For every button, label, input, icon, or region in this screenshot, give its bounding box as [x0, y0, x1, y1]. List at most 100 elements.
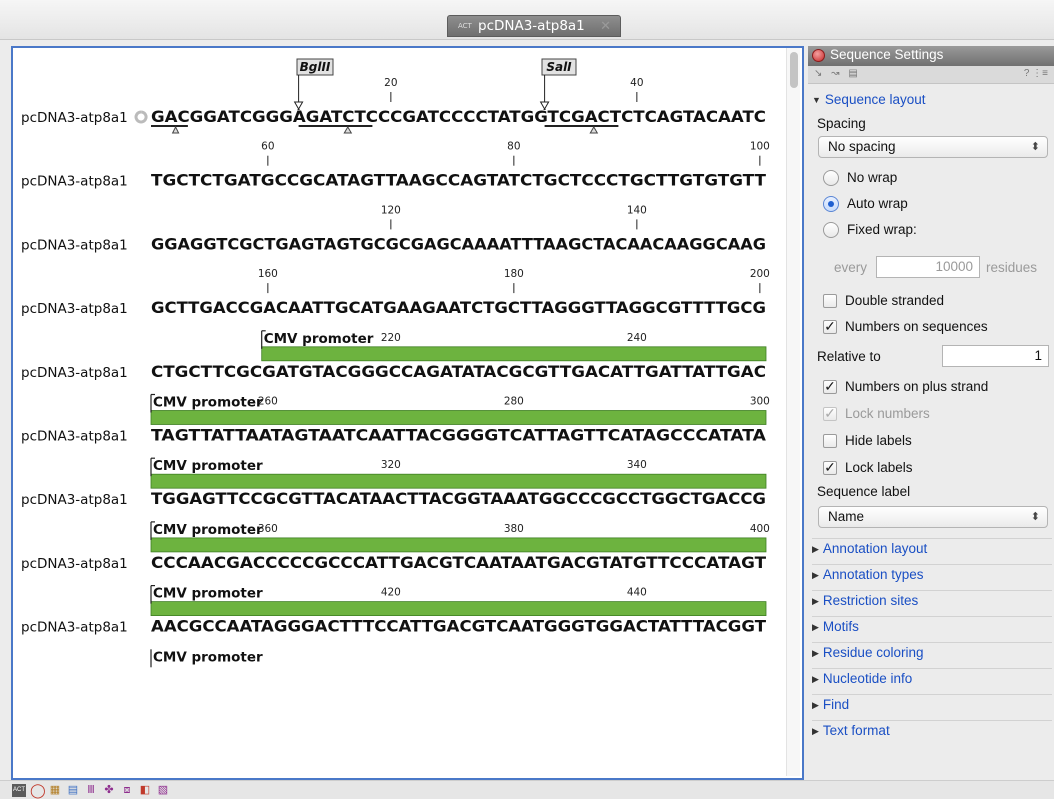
enzyme-name: SalI [546, 60, 572, 74]
section-annotation-layout[interactable]: ▶ Annotation layout [812, 541, 927, 556]
lock-numbers-checkbox[interactable]: ✓ [823, 406, 837, 421]
lock-numbers-label: Lock numbers [845, 406, 930, 421]
section-label: Find [822, 697, 850, 712]
position-number: 120 [381, 204, 401, 216]
select-arrows-icon: ⬍ [1030, 141, 1040, 153]
annotation-label: CMV promoter [264, 331, 374, 347]
tab-bar: ACT pcDNA3-atp8a1 ✕ [0, 0, 1054, 40]
table-view-icon[interactable]: ▦ [48, 784, 62, 797]
info-view-icon[interactable]: ▧ [156, 784, 170, 797]
position-number: 60 [261, 141, 274, 153]
fixed-wrap-radio[interactable] [823, 222, 839, 238]
bottom-view-toolbar: ACT ◯ ▦ ▤ Ⅲ ✤ ⧈ ◧ ▧ [0, 780, 1054, 799]
sequence-label-label: Sequence label [817, 484, 911, 499]
lock-labels-checkbox[interactable]: ✓ [823, 460, 837, 475]
position-number: 40 [630, 77, 643, 89]
sequence-name-label: pcDNA3-atp8a1 [21, 429, 128, 445]
position-number: 140 [627, 204, 647, 216]
position-number: 80 [507, 141, 520, 153]
sequence-residues: AACGCCAATAGGGACTTTCCATTGACGTCAATGGGTGGAC… [151, 617, 766, 636]
circular-view-icon[interactable]: ◯ [30, 783, 46, 797]
double-stranded-checkbox[interactable] [823, 294, 837, 308]
vertical-scrollbar[interactable] [786, 48, 800, 776]
view-options-icon[interactable]: ↘ ↝ ▤ [814, 68, 861, 79]
hide-labels-label: Hide labels [845, 433, 912, 448]
close-panel-icon[interactable] [812, 49, 825, 62]
history-view-icon[interactable]: ◧ [138, 784, 152, 797]
hide-labels-checkbox[interactable] [823, 434, 837, 448]
tab-label: pcDNA3-atp8a1 [478, 18, 585, 34]
sequence-residues: GGAGGTCGCTGAGTAGTGCGCGAGCAAAATTTAAGCTACA… [151, 234, 766, 253]
auto-wrap-radio[interactable] [823, 196, 839, 212]
cmv-promoter-annotation-bar [150, 410, 767, 425]
sequence-name-label: pcDNA3-atp8a1 [21, 174, 128, 190]
section-text-format[interactable]: ▶ Text format [812, 723, 890, 738]
section-divider [812, 694, 1052, 695]
position-number: 20 [384, 77, 397, 89]
section-label: Annotation layout [822, 541, 928, 556]
sequence-residues: TAGTTATTAATAGTAATCAATTACGGGGTCATTAGTTCAT… [151, 426, 767, 445]
section-restriction-sites[interactable]: ▶ Restriction sites [812, 593, 918, 608]
section-find[interactable]: ▶ Find [812, 697, 849, 712]
restriction-view-icon[interactable]: ⧈ [120, 784, 134, 797]
section-label: Residue coloring [822, 645, 924, 660]
expanded-triangle-icon: ▼ [812, 95, 821, 105]
fixed-wrap-label: Fixed wrap: [847, 222, 917, 237]
scrollbar-thumb[interactable] [790, 52, 798, 88]
annotation-table-icon[interactable]: Ⅲ [84, 784, 98, 797]
section-label: Nucleotide info [822, 671, 913, 686]
app-window: ACT pcDNA3-atp8a1 ✕ pcDNA3-atp8a1 GACGGAT… [0, 0, 1054, 799]
every-label: every [834, 260, 868, 275]
numbers-on-sequences-checkbox[interactable]: ✓ [823, 319, 837, 334]
sequence-view[interactable]: pcDNA3-atp8a1 GACGGATCGGGAGATCTCCCGATCCCC… [11, 46, 804, 780]
section-residue-coloring[interactable]: ▶ Residue coloring [812, 645, 923, 660]
position-number: 180 [504, 268, 524, 280]
section-motifs[interactable]: ▶ Motifs [812, 619, 859, 634]
position-number: 160 [258, 268, 278, 280]
side-panel-toolbar: ↘ ↝ ▤ ? ⋮≡ [808, 66, 1054, 84]
spacing-value: No spacing [828, 139, 896, 154]
close-icon[interactable]: ✕ [600, 18, 611, 34]
section-divider [812, 642, 1052, 643]
primer-view-icon[interactable]: ✤ [102, 784, 116, 797]
help-icon[interactable]: ? ⋮≡ [1024, 68, 1048, 79]
section-label: Motifs [822, 619, 859, 634]
text-view-icon[interactable]: ▤ [66, 784, 80, 797]
cmv-promoter-annotation-bar [150, 473, 767, 489]
sequence-view-icon[interactable]: ACT [12, 784, 26, 797]
annotation-label: CMV promoter [153, 586, 263, 602]
section-sequence-layout[interactable]: ▼ Sequence layout [812, 92, 926, 107]
relative-to-input[interactable]: 1 [942, 345, 1049, 367]
section-annotation-types[interactable]: ▶ Annotation types [812, 567, 924, 582]
numbers-on-plus-strand-checkbox[interactable]: ✓ [823, 379, 837, 394]
sequence-label-select[interactable]: Name ⬍ [818, 506, 1048, 528]
collapsed-triangle-icon: ▶ [812, 622, 819, 632]
spacing-select[interactable]: No spacing ⬍ [818, 136, 1048, 158]
side-panel-title: Sequence Settings [830, 47, 944, 62]
section-label: Annotation types [822, 567, 924, 582]
cmv-promoter-annotation-bar [150, 601, 767, 616]
enzyme-name: BglII [300, 60, 331, 74]
sequence-start-mark [134, 110, 148, 124]
position-number: 280 [504, 396, 524, 408]
sequence-name-label: pcDNA3-atp8a1 [21, 365, 128, 381]
collapsed-triangle-icon: ▶ [812, 544, 819, 554]
select-arrows-icon: ⬍ [1030, 511, 1040, 523]
no-wrap-radio[interactable] [823, 170, 839, 186]
sequence-name-label: pcDNA3-atp8a1 [21, 110, 128, 126]
section-divider [812, 590, 1052, 591]
relative-to-label: Relative to [817, 349, 881, 364]
annotation-label: CMV promoter [153, 458, 263, 474]
auto-wrap-label: Auto wrap [847, 196, 908, 211]
residues-label: residues [986, 260, 1038, 275]
cmv-promoter-annotation-bar [150, 537, 767, 553]
position-number: 420 [381, 587, 401, 599]
every-input[interactable]: 10000 [876, 256, 980, 278]
tab-pcdna3-atp8a1[interactable]: ACT pcDNA3-atp8a1 ✕ [447, 15, 621, 37]
position-number: 380 [504, 523, 524, 535]
section-nucleotide-info[interactable]: ▶ Nucleotide info [812, 671, 912, 686]
section-divider [812, 668, 1052, 669]
no-wrap-label: No wrap [847, 170, 898, 185]
section-label: Text format [822, 723, 890, 738]
position-number: 200 [750, 268, 770, 280]
